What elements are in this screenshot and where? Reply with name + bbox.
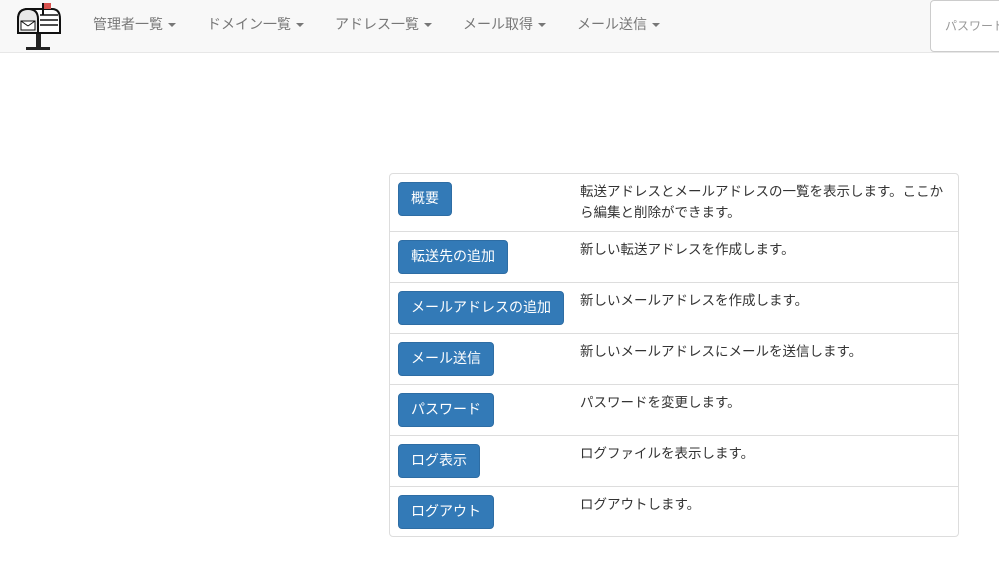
password-input[interactable] [930,0,999,52]
menu-row-add-address: メールアドレスの追加 新しいメールアドレスを作成します。 [390,282,958,333]
nav-menu-admins[interactable]: 管理者一覧 [93,0,176,52]
overview-description: 転送アドレスとメールアドレスの一覧を表示します。ここから編集と削除ができます。 [580,184,944,221]
nav-menu-admins-label: 管理者一覧 [93,17,163,33]
nav-menu-fetch-mail[interactable]: メール取得 [463,0,546,52]
add-address-description: 新しいメールアドレスを作成します。 [580,293,809,309]
menu-row-password: パスワード パスワードを変更します。 [390,384,958,435]
add-forward-description: 新しい転送アドレスを作成します。 [580,242,795,258]
caret-down-icon [652,23,660,27]
logout-button[interactable]: ログアウト [398,495,494,529]
caret-down-icon [424,23,432,27]
overview-button[interactable]: 概要 [398,182,452,216]
send-mail-button[interactable]: メール送信 [398,342,494,376]
menu-row-send-mail: メール送信 新しいメールアドレスにメールを送信します。 [390,333,958,384]
logout-description: ログアウトします。 [580,497,701,513]
view-log-description: ログファイルを表示します。 [580,446,755,462]
nav-menu-send-mail[interactable]: メール送信 [577,0,660,52]
nav-menu-fetch-mail-label: メール取得 [463,17,533,33]
nav-menu-send-mail-label: メール送信 [577,17,647,33]
send-mail-description: 新しいメールアドレスにメールを送信します。 [580,344,863,360]
caret-down-icon [168,23,176,27]
add-address-button[interactable]: メールアドレスの追加 [398,291,564,325]
top-navbar: 管理者一覧 ドメイン一覧 アドレス一覧 メール取得 メール送信 [0,0,999,53]
view-log-button[interactable]: ログ表示 [398,444,480,478]
password-button[interactable]: パスワード [398,393,494,427]
menu-row-overview: 概要 転送アドレスとメールアドレスの一覧を表示します。ここから編集と削除ができま… [390,174,958,231]
menu-row-log: ログ表示 ログファイルを表示します。 [390,435,958,486]
add-forward-button[interactable]: 転送先の追加 [398,240,508,274]
caret-down-icon [538,23,546,27]
menu-row-logout: ログアウト ログアウトします。 [390,486,958,537]
menu-row-add-forward: 転送先の追加 新しい転送アドレスを作成します。 [390,231,958,282]
nav-menu-addresses[interactable]: アドレス一覧 [335,0,432,52]
nav-menu-addresses-label: アドレス一覧 [335,17,419,33]
nav-menu-domains[interactable]: ドメイン一覧 [207,0,304,52]
nav-menu-domains-label: ドメイン一覧 [207,17,291,33]
caret-down-icon [296,23,304,27]
password-description: パスワードを変更します。 [580,395,741,411]
menu-table: 概要 転送アドレスとメールアドレスの一覧を表示します。ここから編集と削除ができま… [389,173,959,537]
mailbox-icon[interactable] [12,1,64,51]
